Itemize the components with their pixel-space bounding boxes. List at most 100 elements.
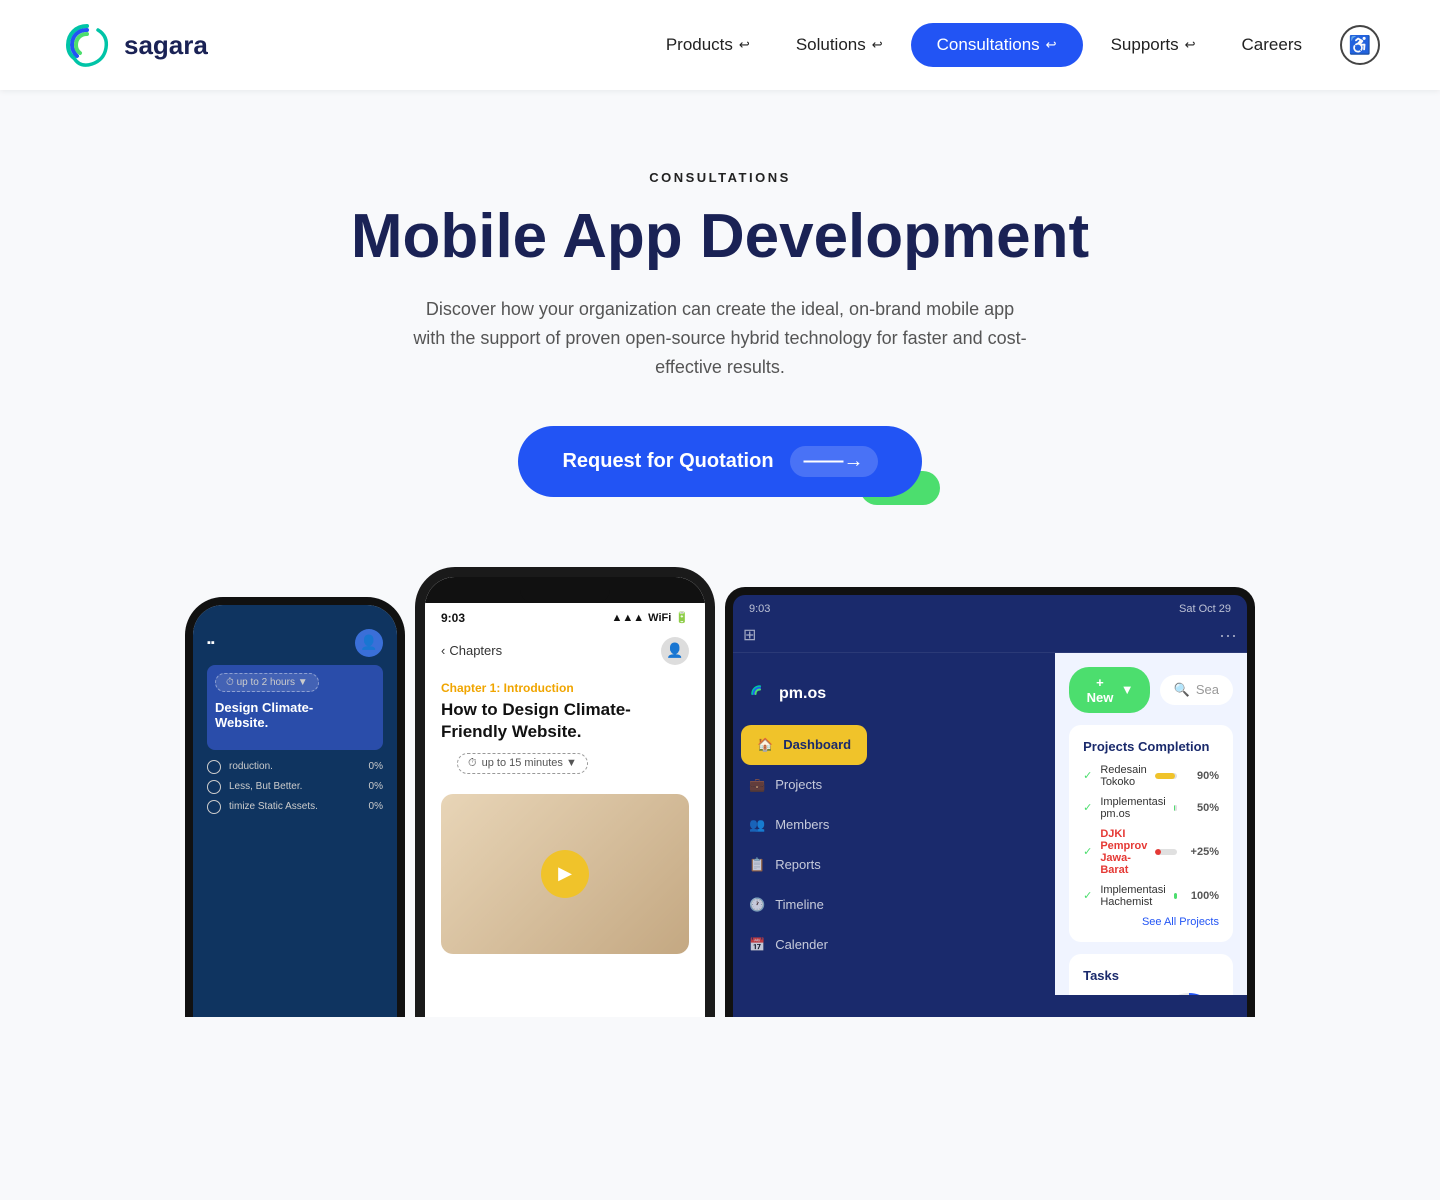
project-pct-0: 90% [1185,770,1219,782]
nav-solutions[interactable]: Solutions ↩ [778,25,901,65]
accessibility-button[interactable]: ♿ [1340,25,1380,65]
lp-checkbox-1 [207,760,221,774]
tablet-sidebar: pm.os 🏠 Dashboard 💼 Projects 👥 Members 📋… [733,653,875,995]
project-row-0: ✓ Redesain Tokoko 90% [1083,764,1219,788]
new-button[interactable]: + New ▼ [1069,667,1150,713]
project-bar-wrap-0 [1155,773,1177,779]
tablet-nav-projects[interactable]: 💼 Projects [733,765,875,805]
cta-label: Request for Quotation [562,450,773,473]
tablet-content: pm.os 🏠 Dashboard 💼 Projects 👥 Members 📋… [733,653,1247,995]
search-bar[interactable]: 🔍 Sea [1160,675,1233,705]
project-row-2: ✓ DJKI Pemprov Jawa-Barat +25% [1083,828,1219,876]
video-thumbnail[interactable]: ▶ [441,794,689,954]
lp-avatar: 👤 [355,629,383,657]
hero-description: Discover how your organization can creat… [410,295,1030,381]
timeline-icon: 🕐 [749,897,765,913]
lp-time-badge: ⏱ up to 2 hours ▼ [215,673,319,692]
logo-text: sagara [124,30,208,61]
project-name-2: DJKI Pemprov Jawa-Barat [1100,828,1147,876]
tablet-nav-dashboard[interactable]: 🏠 Dashboard [741,725,867,765]
members-icon: 👥 [749,817,765,833]
tablet-toolbar: ⊞ ··· [733,619,1247,653]
tablet-nav-members[interactable]: 👥 Members [733,805,875,845]
lp-checkbox-3 [207,800,221,814]
more-options-icon: ··· [1219,625,1237,646]
lp-row-3: timize Static Assets. 0% [207,800,383,814]
tasks-stats: In Progress 697 [1083,993,1219,995]
products-arrow-icon: ↩ [739,37,750,53]
chapter-tag: Chapter 1: Introduction [441,681,689,695]
tablet-nav-reports[interactable]: 📋 Reports [733,845,875,885]
project-pct-2: +25% [1185,846,1219,858]
tablet-date: Sat Oct 29 [1179,603,1231,615]
new-chevron-icon: ▼ [1121,682,1134,697]
tablet-main-area: + New ▼ 🔍 Sea Projects Completion ✓ Rede… [1055,653,1247,995]
time-badge: ⏱ up to 15 minutes ▼ [457,753,588,774]
supports-arrow-icon: ↩ [1185,37,1196,53]
phone-notch [520,581,610,603]
lp-row-2: Less, But Better. 0% [207,780,383,794]
hero-eyebrow: CONSULTATIONS [20,170,1420,185]
hero-title: Mobile App Development [20,203,1420,271]
project-bar-wrap-1 [1174,805,1177,811]
grid-icon: ⊞ [743,625,756,645]
tablet-logo: pm.os [733,673,875,725]
logo-icon [60,18,114,72]
project-bar-2 [1155,849,1160,855]
lp-checkbox-2 [207,780,221,794]
project-check-0: ✓ [1083,769,1092,782]
tasks-card: Tasks In Progress 697 [1069,954,1233,995]
calender-icon: 📅 [749,937,765,953]
tablet-status-bar: 9:03 Sat Oct 29 [733,595,1247,619]
hero-section: CONSULTATIONS Mobile App Development Dis… [0,90,1440,557]
chapter-title: How to Design Climate-Friendly Website. [441,699,689,743]
nav-supports[interactable]: Supports ↩ [1093,25,1214,65]
tasks-donut-chart [1159,993,1219,995]
project-bar-3 [1174,893,1177,899]
projects-completion-card: Projects Completion ✓ Redesain Tokoko 90… [1069,725,1233,942]
play-button[interactable]: ▶ [541,850,589,898]
tablet-top-bar: + New ▼ 🔍 Sea [1069,667,1233,713]
project-row-1: ✓ Implementasi pm.os 50% [1083,796,1219,820]
profile-icon: 👤 [661,637,689,665]
project-name-0: Redesain Tokoko [1100,764,1146,788]
tablet-logo-icon [749,683,771,705]
phone-center: 9:03 ▲▲▲ WiFi 🔋 ‹ Chapters 👤 Chapter 1: … [415,567,715,1017]
phone-left-inner: ▪▪ 👤 ⏱ up to 2 hours ▼ Design Climate-We… [193,605,397,1017]
cta-button[interactable]: Request for Quotation ——→ [518,426,921,497]
project-bar-1 [1174,805,1176,811]
lp-row-1: roduction. 0% [207,760,383,774]
see-all-projects[interactable]: See All Projects [1083,916,1219,928]
back-button[interactable]: ‹ Chapters [441,643,502,658]
project-bar-wrap-3 [1174,893,1177,899]
tablet-time: 9:03 [749,603,770,615]
tablet-logo-text: pm.os [779,685,826,703]
tablet-nav-calender[interactable]: 📅 Calender [733,925,875,965]
projects-icon: 💼 [749,777,765,793]
cta-arrow-icon: ——→ [790,446,878,477]
dashboard-icon: 🏠 [757,737,773,753]
mockups-section: ▪▪ 👤 ⏱ up to 2 hours ▼ Design Climate-We… [0,557,1440,1017]
nav-products[interactable]: Products ↩ [648,25,768,65]
projects-completion-title: Projects Completion [1083,739,1219,754]
tablet-nav-timeline[interactable]: 🕐 Timeline [733,885,875,925]
new-button-label: + New [1085,675,1115,705]
phone-left: ▪▪ 👤 ⏱ up to 2 hours ▼ Design Climate-We… [185,597,405,1017]
status-icons: ▲▲▲ WiFi 🔋 [612,611,690,624]
logo[interactable]: sagara [60,18,208,72]
cta-wrapper: Request for Quotation ——→ [518,426,921,497]
navbar: sagara Products ↩ Solutions ↩ Consultati… [0,0,1440,90]
project-check-2: ✓ [1083,845,1092,858]
project-pct-1: 50% [1185,802,1219,814]
nav-careers[interactable]: Careers [1224,25,1320,65]
reports-icon: 📋 [749,857,765,873]
search-icon: 🔍 [1174,682,1190,698]
nav-links: Products ↩ Solutions ↩ Consultations ↩ S… [648,23,1380,67]
lp-chapter-title: Design Climate-Website. [215,700,375,730]
project-name-3: Implementasi Hachemist [1100,884,1165,908]
nav-consultations[interactable]: Consultations ↩ [911,23,1083,67]
project-bar-wrap-2 [1155,849,1177,855]
phone-center-inner: 9:03 ▲▲▲ WiFi 🔋 ‹ Chapters 👤 Chapter 1: … [425,577,705,1017]
project-check-1: ✓ [1083,801,1092,814]
tablet-right: 9:03 Sat Oct 29 ⊞ ··· pm.os [725,587,1255,1017]
